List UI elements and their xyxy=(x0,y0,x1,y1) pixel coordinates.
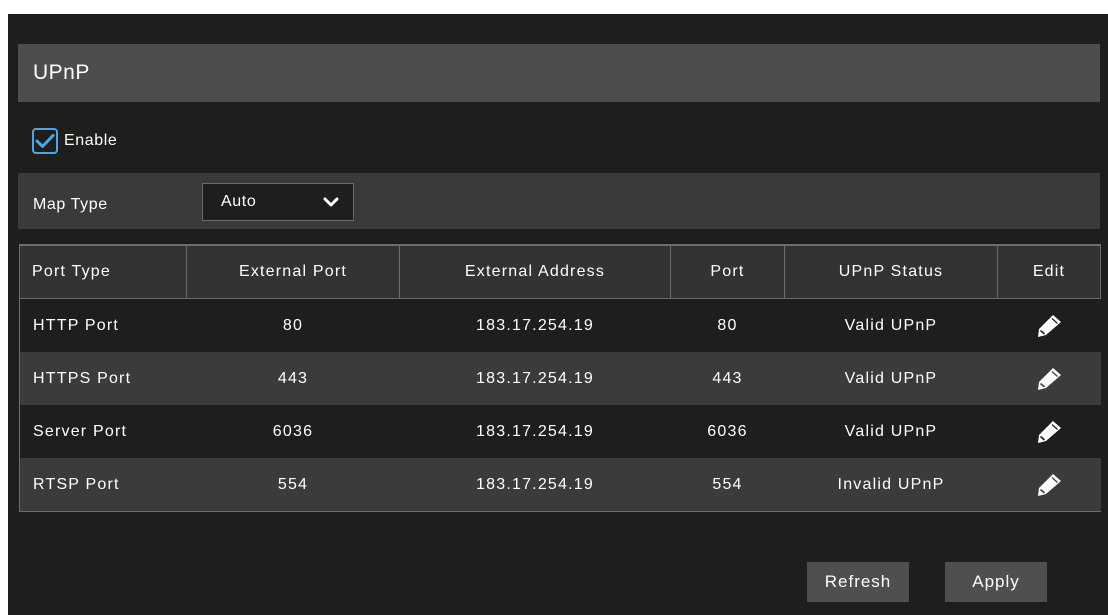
cell-port-type: Server Port xyxy=(19,405,187,458)
section-title-bar: UPnP xyxy=(18,44,1100,102)
cell-external-address: 183.17.254.19 xyxy=(399,458,671,512)
table-row[interactable]: RTSP Port 554 183.17.254.19 554 Invalid … xyxy=(19,458,1101,512)
edit-button[interactable] xyxy=(997,298,1101,352)
table-row[interactable]: HTTP Port 80 183.17.254.19 80 Valid UPnP xyxy=(19,298,1101,352)
cell-port: 443 xyxy=(670,352,785,405)
edit-button[interactable] xyxy=(997,458,1101,512)
map-type-select[interactable]: Auto xyxy=(202,183,354,221)
enable-label: Enable xyxy=(64,132,118,149)
cell-upnp-status: Valid UPnP xyxy=(784,405,998,458)
map-type-row: Map Type Auto xyxy=(18,173,1100,229)
header-external-address: External Address xyxy=(399,244,671,299)
refresh-button[interactable]: Refresh xyxy=(807,562,909,602)
cell-external-port: 6036 xyxy=(186,405,400,458)
cell-port: 6036 xyxy=(670,405,785,458)
cell-upnp-status: Valid UPnP xyxy=(784,352,998,405)
cell-port: 80 xyxy=(670,298,785,352)
section-title: UPnP xyxy=(33,61,90,84)
cell-port-type: HTTP Port xyxy=(19,298,187,352)
cell-port-type: RTSP Port xyxy=(19,458,187,512)
map-type-label: Map Type xyxy=(33,196,108,213)
cell-port: 554 xyxy=(670,458,785,512)
cell-external-port: 443 xyxy=(186,352,400,405)
edit-button[interactable] xyxy=(997,405,1101,458)
edit-button[interactable] xyxy=(997,352,1101,405)
header-port: Port xyxy=(670,244,785,299)
pencil-icon[interactable] xyxy=(1035,419,1063,445)
map-type-value: Auto xyxy=(221,193,257,210)
enable-checkbox[interactable] xyxy=(32,128,58,154)
header-port-type: Port Type xyxy=(19,244,187,299)
header-edit: Edit xyxy=(997,244,1101,299)
pencil-icon[interactable] xyxy=(1035,313,1063,339)
pencil-icon[interactable] xyxy=(1035,366,1063,392)
cell-external-address: 183.17.254.19 xyxy=(399,352,671,405)
table-row[interactable]: Server Port 6036 183.17.254.19 6036 Vali… xyxy=(19,405,1101,458)
table-row[interactable]: HTTPS Port 443 183.17.254.19 443 Valid U… xyxy=(19,352,1101,405)
cell-upnp-status: Valid UPnP xyxy=(784,298,998,352)
cell-external-address: 183.17.254.19 xyxy=(399,405,671,458)
port-mapping-table: Port Type External Port External Address… xyxy=(19,244,1101,512)
header-external-port: External Port xyxy=(186,244,400,299)
apply-button[interactable]: Apply xyxy=(945,562,1047,602)
enable-row[interactable]: Enable xyxy=(32,125,117,157)
cell-external-address: 183.17.254.19 xyxy=(399,298,671,352)
cell-external-port: 554 xyxy=(186,458,400,512)
cell-port-type: HTTPS Port xyxy=(19,352,187,405)
cell-upnp-status: Invalid UPnP xyxy=(784,458,998,512)
chevron-down-icon xyxy=(323,197,339,207)
pencil-icon[interactable] xyxy=(1035,472,1063,498)
check-icon xyxy=(35,134,55,148)
table-header-row: Port Type External Port External Address… xyxy=(19,244,1101,299)
cell-external-port: 80 xyxy=(186,298,400,352)
header-upnp-status: UPnP Status xyxy=(784,244,998,299)
